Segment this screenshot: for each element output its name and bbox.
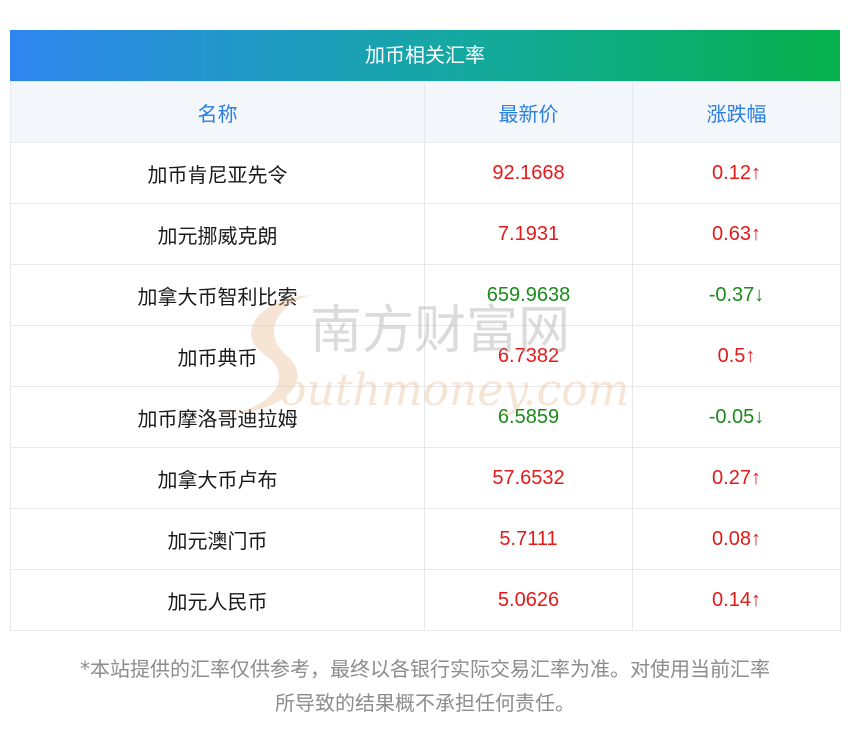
table-row: 加币典币 6.7382 0.5↑ bbox=[10, 325, 841, 387]
latest-price: 5.0626 bbox=[424, 569, 633, 631]
table-title: 加币相关汇率 bbox=[10, 30, 840, 81]
currency-pair-name: 加元挪威克朗 bbox=[10, 203, 425, 265]
disclaimer: *本站提供的汇率仅供参考，最终以各银行实际交易汇率为准。对使用当前汇率 所导致的… bbox=[10, 652, 840, 720]
currency-pair-name: 加币肯尼亚先令 bbox=[10, 142, 425, 204]
currency-pair-name: 加拿大币智利比索 bbox=[10, 264, 425, 326]
disclaimer-line-1: *本站提供的汇率仅供参考，最终以各银行实际交易汇率为准。对使用当前汇率 bbox=[80, 657, 770, 681]
change-percent: 0.27↑ bbox=[632, 447, 841, 509]
column-header-name: 名称 bbox=[10, 81, 425, 143]
table-row: 加拿大币智利比索 659.9638 -0.37↓ bbox=[10, 264, 841, 326]
change-percent: 0.14↑ bbox=[632, 569, 841, 631]
rate-table-card: 加币相关汇率 名称 最新价 涨跌幅 加币肯尼亚先令 92.1668 0.12↑ … bbox=[10, 30, 841, 631]
table-row: 加元澳门币 5.7111 0.08↑ bbox=[10, 508, 841, 570]
latest-price: 6.7382 bbox=[424, 325, 633, 387]
latest-price: 7.1931 bbox=[424, 203, 633, 265]
latest-price: 92.1668 bbox=[424, 142, 633, 204]
latest-price: 659.9638 bbox=[424, 264, 633, 326]
table-row: 加元人民币 5.0626 0.14↑ bbox=[10, 569, 841, 631]
change-percent: -0.05↓ bbox=[632, 386, 841, 448]
table-row: 加币摩洛哥迪拉姆 6.5859 -0.05↓ bbox=[10, 386, 841, 448]
change-percent: 0.63↑ bbox=[632, 203, 841, 265]
change-percent: -0.37↓ bbox=[632, 264, 841, 326]
rate-table: 名称 最新价 涨跌幅 加币肯尼亚先令 92.1668 0.12↑ 加元挪威克朗 … bbox=[10, 81, 841, 631]
currency-pair-name: 加币摩洛哥迪拉姆 bbox=[10, 386, 425, 448]
change-percent: 0.5↑ bbox=[632, 325, 841, 387]
column-header-change: 涨跌幅 bbox=[632, 81, 841, 143]
currency-pair-name: 加拿大币卢布 bbox=[10, 447, 425, 509]
table-row: 加拿大币卢布 57.6532 0.27↑ bbox=[10, 447, 841, 509]
latest-price: 57.6532 bbox=[424, 447, 633, 509]
column-header-price: 最新价 bbox=[424, 81, 633, 143]
change-percent: 0.08↑ bbox=[632, 508, 841, 570]
table-row: 加元挪威克朗 7.1931 0.63↑ bbox=[10, 203, 841, 265]
latest-price: 6.5859 bbox=[424, 386, 633, 448]
latest-price: 5.7111 bbox=[424, 508, 633, 570]
table-row: 加币肯尼亚先令 92.1668 0.12↑ bbox=[10, 142, 841, 204]
disclaimer-line-2: 所导致的结果概不承担任何责任。 bbox=[275, 691, 575, 715]
currency-pair-name: 加元人民币 bbox=[10, 569, 425, 631]
currency-pair-name: 加币典币 bbox=[10, 325, 425, 387]
table-header-row: 名称 最新价 涨跌幅 bbox=[10, 81, 841, 143]
change-percent: 0.12↑ bbox=[632, 142, 841, 204]
currency-pair-name: 加元澳门币 bbox=[10, 508, 425, 570]
